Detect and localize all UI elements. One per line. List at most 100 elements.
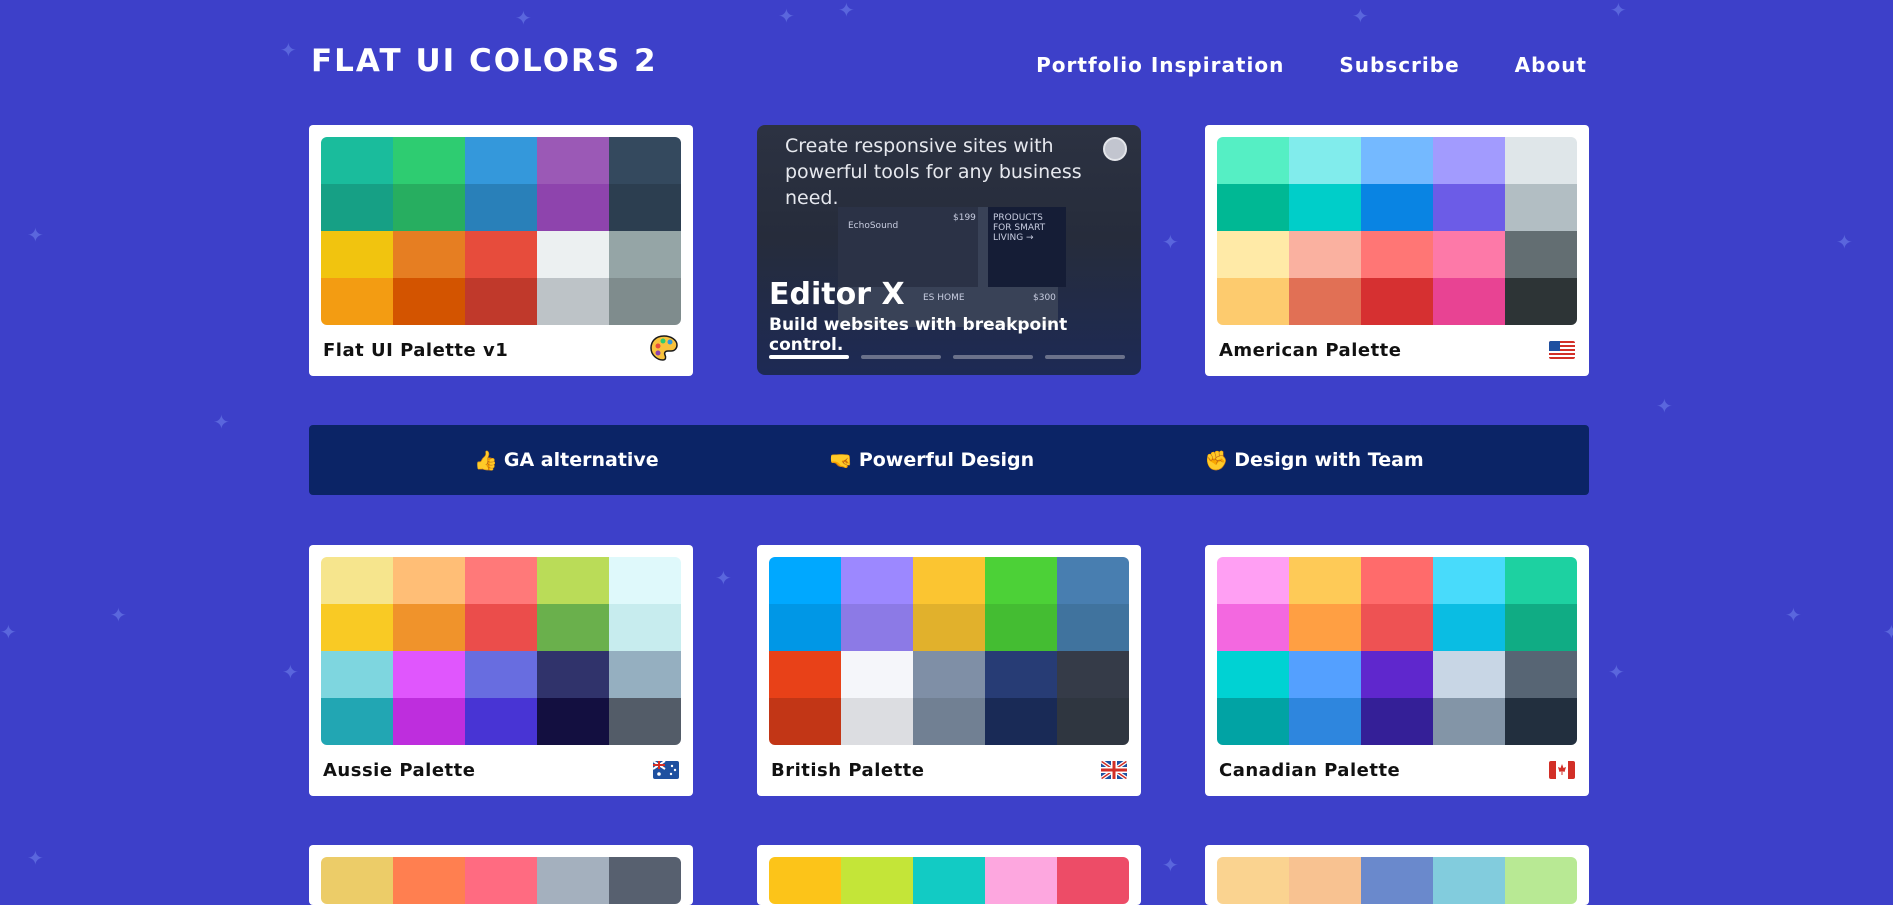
color-swatch-grid[interactable] — [1217, 857, 1577, 904]
color-swatch[interactable] — [1217, 231, 1289, 278]
color-swatch[interactable] — [465, 137, 537, 184]
color-swatch[interactable] — [537, 651, 609, 698]
color-swatch[interactable] — [1505, 137, 1577, 184]
color-swatch[interactable] — [393, 651, 465, 698]
color-swatch[interactable] — [465, 604, 537, 651]
color-swatch[interactable] — [537, 857, 609, 904]
color-swatch[interactable] — [1057, 651, 1129, 698]
color-swatch[interactable] — [841, 604, 913, 651]
color-swatch-grid[interactable] — [1217, 557, 1577, 745]
color-swatch[interactable] — [1361, 231, 1433, 278]
color-swatch[interactable] — [537, 698, 609, 745]
color-swatch[interactable] — [1361, 557, 1433, 604]
color-swatch[interactable] — [1505, 857, 1577, 904]
color-swatch[interactable] — [393, 557, 465, 604]
color-swatch[interactable] — [393, 231, 465, 278]
color-swatch[interactable] — [537, 137, 609, 184]
color-swatch[interactable] — [321, 651, 393, 698]
color-swatch[interactable] — [609, 184, 681, 231]
color-swatch[interactable] — [1433, 184, 1505, 231]
color-swatch[interactable] — [985, 604, 1057, 651]
color-swatch[interactable] — [393, 604, 465, 651]
editor-x-ad[interactable]: Create responsive sites with powerful to… — [757, 125, 1141, 375]
color-swatch[interactable] — [1217, 137, 1289, 184]
color-swatch[interactable] — [841, 698, 913, 745]
palette-card-american[interactable]: American Palette — [1205, 125, 1589, 376]
color-swatch[interactable] — [1361, 137, 1433, 184]
color-swatch[interactable] — [1433, 604, 1505, 651]
color-swatch[interactable] — [1505, 184, 1577, 231]
palette-card[interactable] — [757, 845, 1141, 905]
color-swatch[interactable] — [1217, 857, 1289, 904]
color-swatch[interactable] — [465, 278, 537, 325]
color-swatch[interactable] — [841, 857, 913, 904]
color-swatch[interactable] — [537, 278, 609, 325]
color-swatch[interactable] — [769, 604, 841, 651]
color-swatch[interactable] — [393, 184, 465, 231]
color-swatch[interactable] — [321, 184, 393, 231]
palette-card-canadian[interactable]: Canadian Palette — [1205, 545, 1589, 796]
color-swatch[interactable] — [465, 557, 537, 604]
color-swatch[interactable] — [1361, 651, 1433, 698]
color-swatch[interactable] — [321, 231, 393, 278]
color-swatch[interactable] — [1433, 557, 1505, 604]
color-swatch[interactable] — [1433, 857, 1505, 904]
color-swatch[interactable] — [1289, 857, 1361, 904]
color-swatch[interactable] — [1361, 857, 1433, 904]
color-swatch[interactable] — [1289, 184, 1361, 231]
color-swatch[interactable] — [769, 698, 841, 745]
carousel-dot[interactable] — [861, 355, 941, 359]
color-swatch[interactable] — [609, 857, 681, 904]
color-swatch[interactable] — [1217, 557, 1289, 604]
carousel-dot[interactable] — [953, 355, 1033, 359]
color-swatch[interactable] — [1433, 137, 1505, 184]
color-swatch[interactable] — [321, 278, 393, 325]
color-swatch[interactable] — [1433, 698, 1505, 745]
color-swatch[interactable] — [985, 698, 1057, 745]
color-swatch-grid[interactable] — [769, 557, 1129, 745]
color-swatch[interactable] — [609, 604, 681, 651]
color-swatch[interactable] — [1057, 698, 1129, 745]
color-swatch[interactable] — [913, 698, 985, 745]
palette-card[interactable] — [1205, 845, 1589, 905]
banner-item-ga-alternative[interactable]: 👍 GA alternative — [474, 449, 658, 472]
color-swatch[interactable] — [1289, 557, 1361, 604]
color-swatch[interactable] — [321, 137, 393, 184]
color-swatch[interactable] — [1057, 857, 1129, 904]
color-swatch[interactable] — [1289, 278, 1361, 325]
color-swatch[interactable] — [769, 557, 841, 604]
ad-info-icon[interactable] — [1103, 137, 1127, 161]
color-swatch[interactable] — [769, 857, 841, 904]
palette-card-aussie[interactable]: Aussie Palette — [309, 545, 693, 796]
color-swatch[interactable] — [1057, 557, 1129, 604]
color-swatch[interactable] — [1057, 604, 1129, 651]
color-swatch[interactable] — [1505, 231, 1577, 278]
banner-item-design-with-team[interactable]: ✊ Design with Team — [1205, 449, 1424, 472]
color-swatch[interactable] — [913, 557, 985, 604]
color-swatch[interactable] — [913, 604, 985, 651]
color-swatch[interactable] — [321, 557, 393, 604]
palette-card-flat-ui-v1[interactable]: Flat UI Palette v1 — [309, 125, 693, 376]
color-swatch-grid[interactable] — [321, 857, 681, 904]
color-swatch[interactable] — [841, 557, 913, 604]
nav-subscribe[interactable]: Subscribe — [1339, 53, 1459, 77]
color-swatch[interactable] — [1217, 184, 1289, 231]
site-logo[interactable]: FLAT UI COLORS 2 — [311, 43, 658, 79]
color-swatch[interactable] — [609, 651, 681, 698]
color-swatch-grid[interactable] — [321, 137, 681, 325]
color-swatch[interactable] — [1289, 231, 1361, 278]
color-swatch[interactable] — [609, 278, 681, 325]
color-swatch[interactable] — [1505, 604, 1577, 651]
color-swatch-grid[interactable] — [769, 857, 1129, 904]
color-swatch[interactable] — [393, 857, 465, 904]
color-swatch[interactable] — [1433, 231, 1505, 278]
color-swatch[interactable] — [1217, 651, 1289, 698]
color-swatch[interactable] — [609, 557, 681, 604]
color-swatch[interactable] — [985, 651, 1057, 698]
color-swatch[interactable] — [537, 184, 609, 231]
palette-card[interactable] — [309, 845, 693, 905]
color-swatch[interactable] — [1361, 184, 1433, 231]
color-swatch[interactable] — [913, 651, 985, 698]
color-swatch[interactable] — [537, 557, 609, 604]
color-swatch[interactable] — [769, 651, 841, 698]
